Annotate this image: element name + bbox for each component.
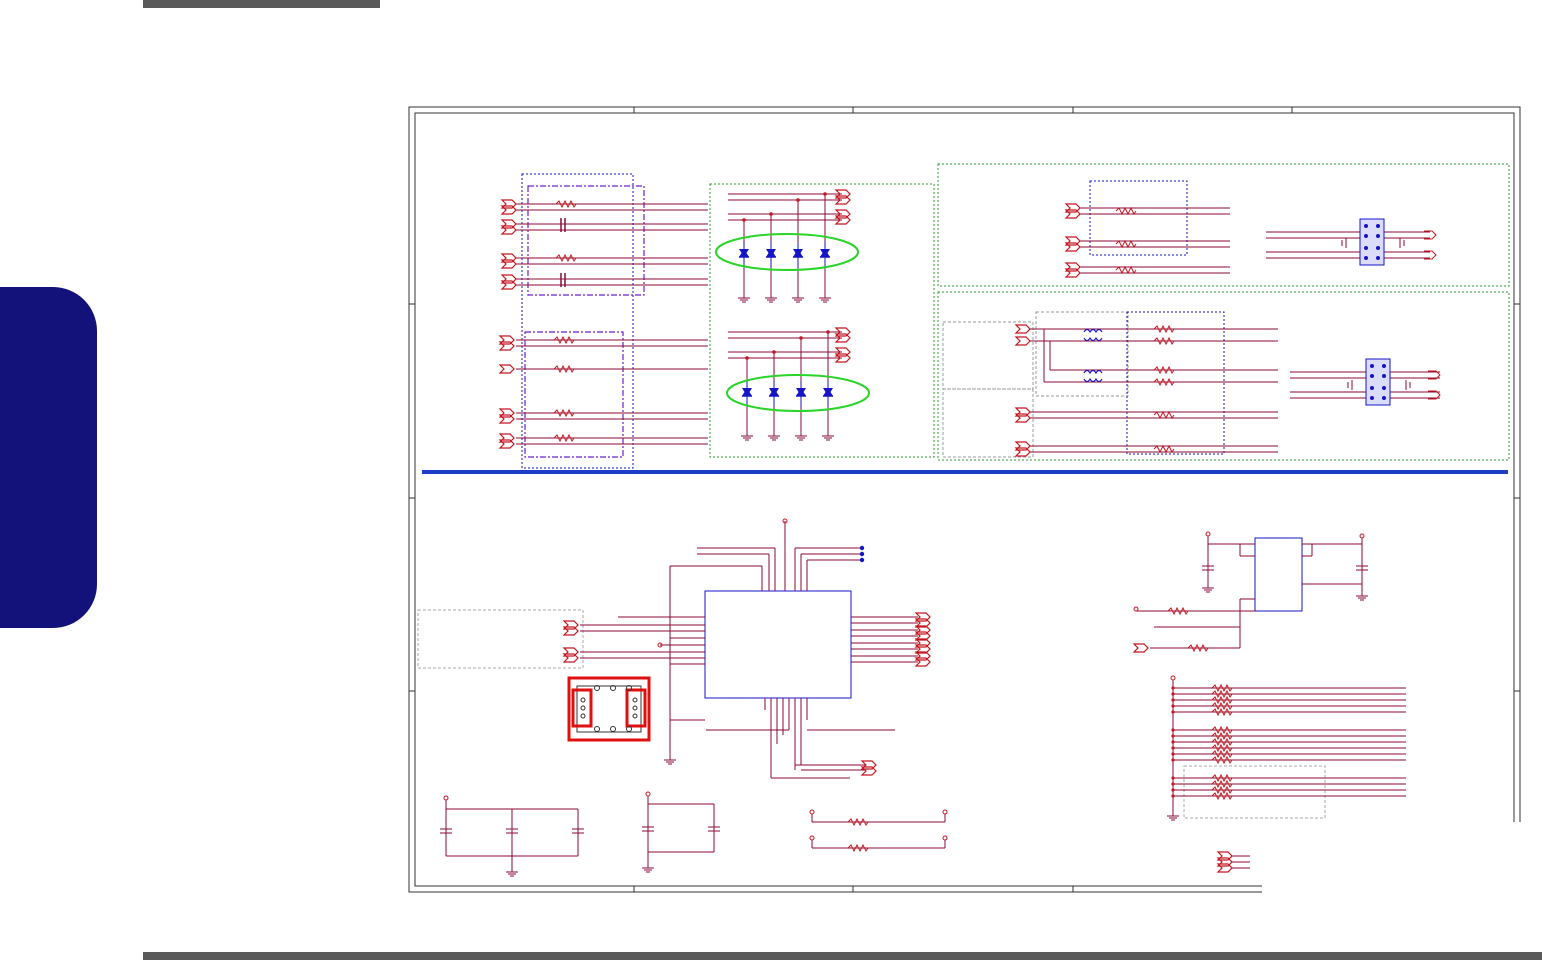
resistor-array: [1166, 675, 1406, 821]
main-ic-block: [417, 518, 931, 779]
small-connector-group: [1217, 851, 1250, 873]
regulator-block: [1133, 531, 1369, 653]
schematic-diagram: [408, 106, 1522, 894]
top-right-upper-block: [937, 163, 1510, 287]
decoupling-capacitors: [440, 796, 720, 868]
top-left-signal-block: [499, 173, 708, 469]
top-right-lower-block: [937, 291, 1510, 461]
crystal-highlight: [567, 676, 651, 742]
pull-resistors: [809, 809, 948, 852]
esd-diode-block: [709, 183, 935, 458]
highlight-oval-upper: [715, 233, 859, 271]
drawing-frame: [408, 106, 1522, 894]
footer-bar: [143, 952, 1542, 960]
main-ic: [704, 590, 852, 699]
